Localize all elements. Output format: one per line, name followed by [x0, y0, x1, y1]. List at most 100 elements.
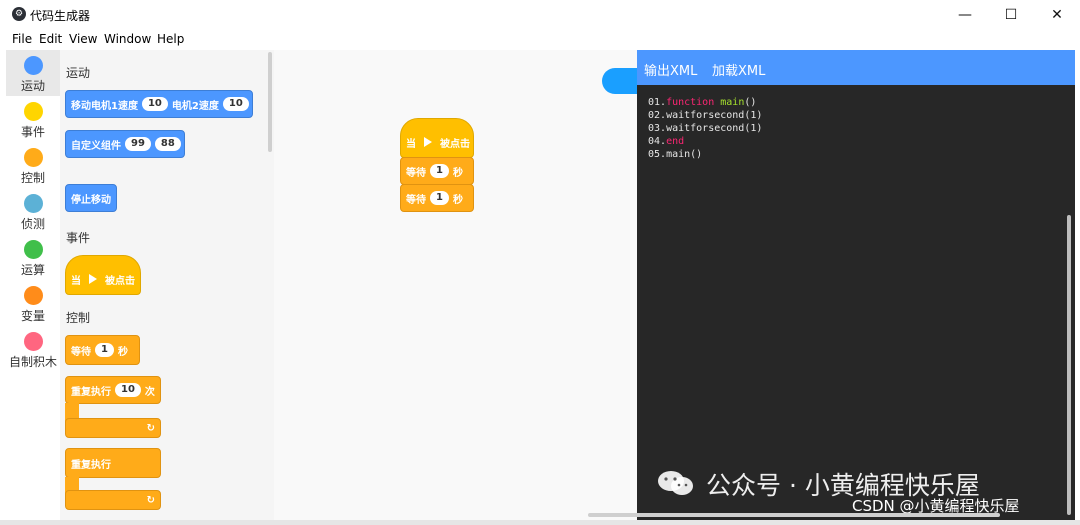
category-motion[interactable]: 运动 [6, 50, 60, 96]
forever-top: 重复执行 [65, 448, 161, 478]
block-text: 当 [71, 275, 81, 287]
menu-window[interactable]: Window [104, 32, 151, 46]
workspace-toggle-button[interactable] [602, 68, 642, 94]
flyout-scrollbar[interactable] [268, 52, 272, 152]
block-text: 秒 [452, 167, 463, 179]
block-text: 重复执行 [71, 386, 111, 398]
block-text: 秒 [452, 194, 463, 206]
code-line: 01.function main() [648, 97, 756, 108]
menu-edit[interactable]: Edit [39, 32, 62, 46]
code-panel-header: 输出XML 加载XML [637, 50, 1075, 85]
category-variables[interactable]: 变量 [6, 280, 60, 326]
control-dot-icon [23, 148, 43, 167]
block-wait[interactable]: 等待 1 秒 [65, 335, 140, 365]
horizontal-scrollbar[interactable] [588, 513, 1000, 517]
code-keyword: end [666, 136, 685, 147]
category-label: 运算 [20, 263, 45, 277]
menu-view[interactable]: View [69, 32, 97, 46]
code-line: 03.waitforsecond(1) [648, 123, 762, 134]
code-line: 02.waitforsecond(1) [648, 110, 762, 121]
line-number: 04. [648, 136, 667, 147]
close-button[interactable]: ✕ [1034, 0, 1080, 30]
block-repeat-times[interactable]: 重复执行 10 次 ↻ [65, 376, 161, 440]
category-control[interactable]: 控制 [6, 142, 60, 188]
custom-value1-input[interactable]: 99 [125, 137, 151, 151]
menu-file[interactable]: File [12, 32, 32, 46]
workspace-wait-1[interactable]: 等待 1 秒 [400, 157, 474, 185]
block-text: 电机2速度 [171, 100, 219, 112]
code-line: 04.end [648, 136, 684, 147]
motor1-speed-input[interactable]: 10 [141, 97, 168, 111]
code-function: main [720, 97, 745, 108]
block-when-clicked[interactable]: 当 被点击 [65, 255, 141, 295]
my-blocks-dot-icon [23, 332, 43, 351]
code-output-area[interactable] [637, 85, 1075, 520]
repeat-count-input[interactable]: 10 [115, 383, 141, 397]
forever-bottom: ↻ [65, 490, 161, 510]
block-text: 被点击 [105, 275, 135, 287]
block-custom-component[interactable]: 自定义组件 99 88 [65, 130, 185, 158]
play-flag-icon [89, 274, 97, 284]
operators-dot-icon [23, 240, 43, 259]
block-move-motors[interactable]: 移动电机1速度 10 电机2速度 10 [65, 90, 253, 118]
section-label-motion: 运动 [66, 66, 91, 80]
motion-dot-icon [23, 56, 43, 75]
block-text: 等待 [71, 346, 91, 358]
block-forever[interactable]: 重复执行 ↻ [65, 448, 161, 512]
code-keyword: function [666, 97, 715, 108]
wait-seconds-input[interactable]: 1 [430, 164, 449, 178]
block-text: 等待 [406, 167, 426, 179]
window-title: 代码生成器 [30, 9, 91, 23]
app-icon: ⚙ [12, 7, 26, 21]
wechat-icon [658, 471, 693, 495]
code-text: main() [666, 149, 703, 160]
block-text: 等待 [406, 194, 426, 206]
loop-arrow-icon: ↻ [146, 494, 155, 506]
menu-bar: File Edit View Window Help [0, 30, 1080, 50]
block-text: 停止移动 [71, 194, 111, 206]
category-label: 控制 [20, 171, 45, 185]
category-operators[interactable]: 运算 [6, 234, 60, 280]
category-sensing[interactable]: 侦测 [6, 188, 60, 234]
code-text: waitforsecond(1) [666, 110, 763, 121]
repeat-times-bottom: ↻ [65, 418, 161, 438]
line-number: 03. [648, 123, 667, 134]
play-flag-icon [424, 137, 432, 147]
block-flyout: 运动 移动电机1速度 10 电机2速度 10 自定义组件 99 88 停止移动 … [60, 50, 274, 520]
workspace-when-clicked[interactable]: 当 被点击 [400, 118, 474, 158]
line-number: 01. [648, 97, 667, 108]
motor2-speed-input[interactable]: 10 [222, 97, 249, 111]
window-bottom-border [0, 520, 1080, 525]
wait-seconds-input[interactable]: 1 [95, 343, 114, 357]
workspace-wait-2[interactable]: 等待 1 秒 [400, 184, 474, 212]
line-number: 05. [648, 149, 667, 160]
category-label: 侦测 [20, 217, 45, 231]
menu-help[interactable]: Help [157, 32, 184, 46]
line-number: 02. [648, 110, 667, 121]
code-scrollbar[interactable] [1067, 215, 1071, 515]
section-label-events: 事件 [66, 231, 91, 245]
export-xml-button[interactable]: 输出XML [644, 60, 697, 79]
code-text: () [744, 97, 757, 108]
category-label: 事件 [20, 125, 45, 139]
sensing-dot-icon [23, 194, 43, 213]
category-label: 自制积木 [8, 355, 57, 369]
category-my-blocks[interactable]: 自制积木 [6, 326, 60, 372]
block-text: 被点击 [440, 138, 470, 150]
block-stop-moving[interactable]: 停止移动 [65, 184, 117, 212]
load-xml-button[interactable]: 加载XML [712, 60, 765, 79]
minimize-button[interactable]: — [942, 0, 988, 30]
code-text: waitforsecond(1) [666, 123, 763, 134]
code-line: 05.main() [648, 149, 702, 160]
block-text: 移动电机1速度 [71, 100, 138, 112]
category-events[interactable]: 事件 [6, 96, 60, 142]
category-sidebar: 运动 事件 控制 侦测 运算 变量 自制积木 [6, 50, 60, 520]
block-text: 次 [144, 386, 155, 398]
block-text: 重复执行 [71, 459, 111, 471]
section-label-control: 控制 [66, 311, 91, 325]
repeat-times-top: 重复执行 10 次 [65, 376, 161, 404]
wait-seconds-input[interactable]: 1 [430, 191, 449, 205]
block-text: 当 [406, 138, 416, 150]
custom-value2-input[interactable]: 88 [154, 137, 181, 151]
maximize-button[interactable]: ☐ [988, 0, 1034, 30]
